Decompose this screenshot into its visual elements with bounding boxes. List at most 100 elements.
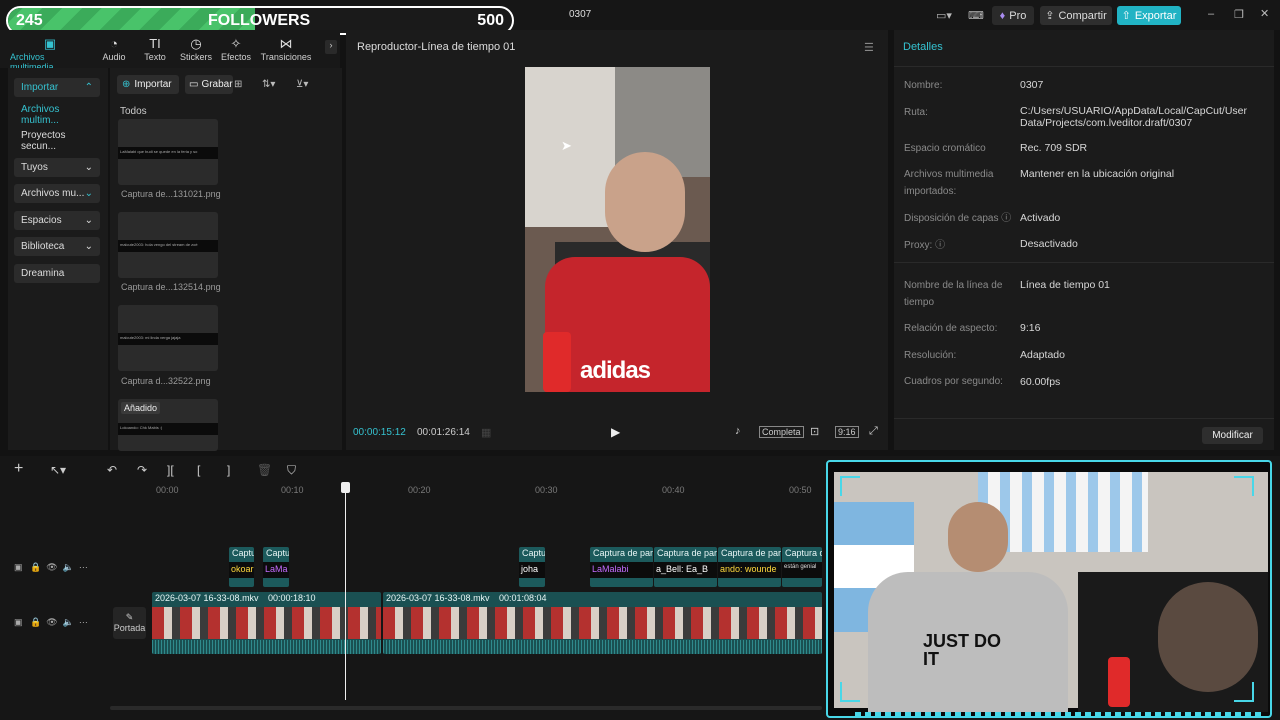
tab-effects[interactable]: ✧ Efectos xyxy=(210,36,262,62)
tab-transitions[interactable]: ⋈ Transiciones xyxy=(258,36,314,62)
webcam-face-man xyxy=(948,502,1008,572)
video-clip[interactable]: 2026-03-07 16-33-08.mkv 00:00:18:10 xyxy=(152,592,381,654)
followers-goal: 500 xyxy=(477,12,504,29)
sidenav-item-import[interactable]: Importar ⌃ xyxy=(14,78,100,97)
clip-name: 2026-03-07 16-33-08.mkv xyxy=(386,593,490,603)
close-icon[interactable]: ✕ xyxy=(1260,7,1269,20)
restore-icon[interactable]: ❐ xyxy=(1234,8,1244,21)
trim-left-icon[interactable]: [ xyxy=(197,463,200,477)
sidenav-item-media[interactable]: Archivos multim... xyxy=(14,104,100,126)
undo-icon[interactable]: ↶ xyxy=(107,463,117,477)
overlay-clip[interactable]: Captura de par a_Bell: Ea_B xyxy=(654,547,717,587)
video-clip[interactable]: 2026-03-07 16-33-08.mkv 00:01:08:04 xyxy=(383,592,822,654)
play-icon[interactable]: ▶ xyxy=(611,425,620,439)
share-button[interactable]: ⇪ Compartir xyxy=(1040,6,1112,25)
sort-icon[interactable]: ⇅▾ xyxy=(262,79,275,90)
clip-thumb-text: LaMalabi xyxy=(590,562,653,578)
add-track-icon[interactable]: + xyxy=(14,460,23,478)
sidenav-item-yours[interactable]: Tuyos ⌄ xyxy=(14,158,100,177)
pro-button[interactable]: ♦ Pro xyxy=(992,6,1034,25)
clip-thumb-text: okoar xyxy=(229,562,254,578)
trim-right-icon[interactable]: ] xyxy=(227,463,230,477)
detail-value: Línea de tiempo 01 xyxy=(1020,279,1110,291)
cursor-select-icon[interactable]: ↖▾ xyxy=(50,463,66,477)
detail-label: Proxy: ⓘ xyxy=(904,240,946,251)
snapshot-icon[interactable]: ⊡ xyxy=(810,425,819,438)
clip-filmstrip xyxy=(383,607,822,639)
overlay-clip[interactable]: Captu joha xyxy=(519,547,545,587)
split-icon[interactable]: ][ xyxy=(167,463,174,477)
chevron-down-icon: ⌄ xyxy=(84,162,93,173)
cover-label: Portada xyxy=(113,623,146,633)
import-label: Importar xyxy=(134,79,172,90)
tab-text-label: Texto xyxy=(144,52,166,62)
fullscreen-icon[interactable]: ⤢ xyxy=(869,425,878,438)
import-button[interactable]: ⊕ Importar xyxy=(117,75,179,94)
filter-icon[interactable]: ⊻▾ xyxy=(296,79,308,90)
grid-view-icon[interactable]: ⊞ xyxy=(234,79,242,90)
clip-thumb-text: joha xyxy=(519,562,545,578)
media-item[interactable]: malcute2003: hola vengo del stream de zo… xyxy=(118,212,218,278)
keyboard-icon[interactable]: ⌨ xyxy=(968,9,984,22)
ruler-tick: 00:20 xyxy=(408,485,431,495)
sidenav-item-dreamina[interactable]: Dreamina xyxy=(14,264,100,283)
grid-icon[interactable]: ▦ xyxy=(481,426,491,439)
detail-label: Nombre de la línea de tiempo xyxy=(904,280,1003,308)
chevron-down-icon: ⌄ xyxy=(84,215,93,226)
ratio-selector[interactable]: 9:16 xyxy=(835,426,859,438)
track-header-main: ▣ 🔒 👁 🔈 ⋯ xyxy=(14,617,88,627)
tabs-scroll-right[interactable]: › xyxy=(325,40,337,54)
overlay-clip[interactable]: Captura de par LaMalabi xyxy=(590,547,653,587)
media-icon: ▣ xyxy=(43,36,57,51)
record-button[interactable]: ▭ Grabar xyxy=(185,75,233,94)
detail-label: Cuadros por segundo: xyxy=(904,376,1003,387)
quality-selector[interactable]: Completa xyxy=(759,426,804,438)
sidenav-item-library[interactable]: Biblioteca ⌄ xyxy=(14,237,100,256)
share-icon: ⇪ xyxy=(1045,10,1055,22)
frame-corner xyxy=(840,476,860,496)
clip-label: Captu xyxy=(232,548,254,558)
detail-label: Espacio cromático xyxy=(904,143,986,154)
media-item[interactable]: malcute2003: mi linda verga jajaja xyxy=(118,305,218,371)
sticker-icon: ◷ xyxy=(190,36,202,51)
sidenav-item-spaces[interactable]: Espacios ⌄ xyxy=(14,211,100,230)
timeline-scrollbar[interactable] xyxy=(110,706,822,710)
sidenav-label: Espacios xyxy=(21,215,62,226)
shield-icon[interactable]: ⛉ xyxy=(287,463,296,478)
detail-label: Ruta: xyxy=(904,107,928,118)
sidenav-label: Archivos mu... xyxy=(21,188,85,199)
playhead-line[interactable] xyxy=(345,492,346,700)
overlay-clip[interactable]: Captu okoar xyxy=(229,547,254,587)
menu-icon[interactable]: ☰ xyxy=(864,41,874,54)
media-item[interactable]: Añadido Lokoando: Chk Mabis :) xyxy=(118,399,218,451)
cover-button[interactable]: ✎ Portada xyxy=(113,607,146,639)
video-preview[interactable]: adidas xyxy=(525,67,710,392)
media-caption: Captura de...132514.png xyxy=(121,282,221,292)
detail-label: Nombre: xyxy=(904,80,943,91)
clip-label: Captu xyxy=(522,548,545,558)
sidenav-item-media-files[interactable]: Archivos mu... ⌄ xyxy=(14,184,100,203)
media-thumb-text: malcute2003: hola vengo del stream de zo… xyxy=(118,240,218,252)
audio-waveform xyxy=(383,640,822,654)
minimize-icon[interactable]: – xyxy=(1208,8,1214,20)
layout-icon[interactable]: ▭▾ xyxy=(936,9,952,22)
export-button[interactable]: ⇧ Exportar xyxy=(1117,6,1181,25)
webcam-red-bottle xyxy=(1108,657,1130,707)
tab-stickers-label: Stickers xyxy=(179,52,212,62)
clip-filmstrip xyxy=(152,607,381,639)
redo-icon[interactable]: ↷ xyxy=(137,463,147,477)
media-item[interactable]: LaMalabi que budi se quede en la feria y… xyxy=(118,119,218,185)
overlay-clip[interactable]: Captura de par ando: wounde xyxy=(718,547,781,587)
media-thumb-text: LaMalabi que budi se quede en la feria y… xyxy=(118,147,218,159)
overlay-clip[interactable]: Captu LaMa xyxy=(263,547,289,587)
tab-media[interactable]: ▣ Archivos multimedia xyxy=(10,36,90,72)
sidenav-item-projects[interactable]: Proyectos secun... xyxy=(14,130,100,152)
detail-value: Desactivado xyxy=(1020,238,1078,250)
modify-button[interactable]: Modificar xyxy=(1202,427,1263,444)
pencil-icon: ✎ xyxy=(125,612,134,622)
delete-icon[interactable]: 🗑 xyxy=(257,463,272,477)
tiktok-icon[interactable]: ♪ xyxy=(735,425,741,437)
followers-current: 245 xyxy=(16,12,43,29)
overlay-clip[interactable]: Captura d están genial xyxy=(782,547,822,587)
clip-thumb-text: a_Bell: Ea_B xyxy=(654,562,717,578)
